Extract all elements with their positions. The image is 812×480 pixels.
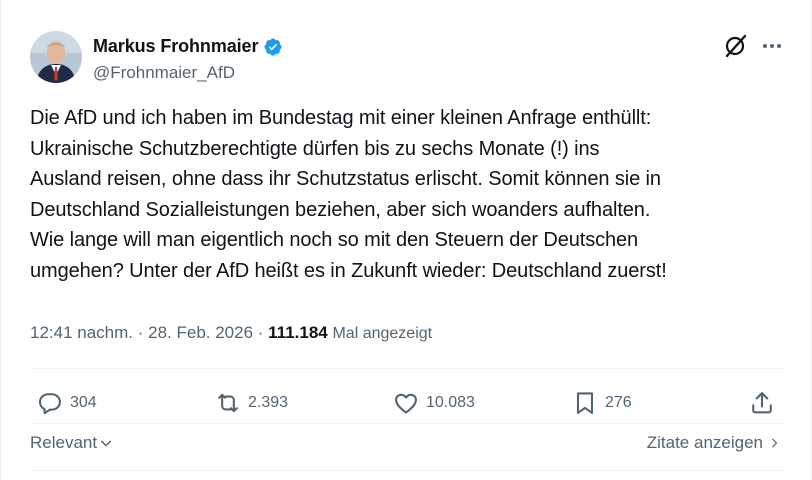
- action-bar: 304 2.393 10.083 276: [30, 386, 784, 420]
- grok-icon[interactable]: [723, 33, 749, 59]
- more-icon[interactable]: [759, 33, 785, 59]
- reply-count: 304: [70, 394, 97, 411]
- author-name[interactable]: Markus Frohnmaier: [93, 36, 258, 57]
- share-button[interactable]: [748, 386, 776, 420]
- tweet-date[interactable]: 28. Feb. 2026: [148, 323, 253, 343]
- bookmark-button[interactable]: 276: [571, 386, 632, 420]
- verified-badge-icon: [263, 37, 283, 57]
- sort-dropdown[interactable]: Relevant: [30, 433, 113, 453]
- like-button[interactable]: 10.083: [392, 386, 475, 420]
- tweet-time[interactable]: 12:41 nachm.: [30, 323, 133, 343]
- divider: [30, 423, 784, 424]
- tweet-card: Markus Frohnmaier @Frohnmaier_AfD Die Af…: [0, 0, 812, 480]
- views-label: Mal angezeigt: [332, 325, 433, 342]
- share-icon: [752, 392, 772, 414]
- repost-button[interactable]: 2.393: [214, 386, 288, 420]
- view-quotes-link[interactable]: Zitate anzeigen: [647, 433, 781, 453]
- bookmark-icon: [576, 392, 594, 414]
- divider: [30, 368, 784, 369]
- divider: [30, 470, 784, 471]
- sort-label: Relevant: [30, 433, 98, 452]
- avatar[interactable]: [30, 31, 82, 83]
- avatar-image: [30, 31, 82, 83]
- repost-count: 2.393: [248, 394, 289, 411]
- tweet-text: Die AfD und ich haben im Bundestag mit e…: [30, 107, 667, 282]
- chevron-down-icon: [101, 440, 112, 447]
- like-count: 10.083: [426, 394, 475, 411]
- meta-separator: ·: [253, 323, 269, 342]
- meta-separator: ·: [133, 323, 149, 342]
- tweet-meta: 12:41 nachm. · 28. Feb. 2026 · 111.184 M…: [30, 323, 432, 343]
- reply-icon: [38, 393, 61, 415]
- views-count: 111.184: [268, 323, 328, 342]
- heart-icon: [395, 393, 417, 414]
- bookmark-count: 276: [605, 394, 632, 411]
- quotes-label: Zitate anzeigen: [646, 433, 763, 452]
- author-name-row: Markus Frohnmaier: [93, 36, 283, 57]
- author-handle[interactable]: @Frohnmaier_AfD: [93, 63, 235, 83]
- repost-icon: [218, 393, 238, 413]
- reply-button[interactable]: 304: [36, 386, 97, 420]
- chevron-right-icon: [772, 438, 778, 448]
